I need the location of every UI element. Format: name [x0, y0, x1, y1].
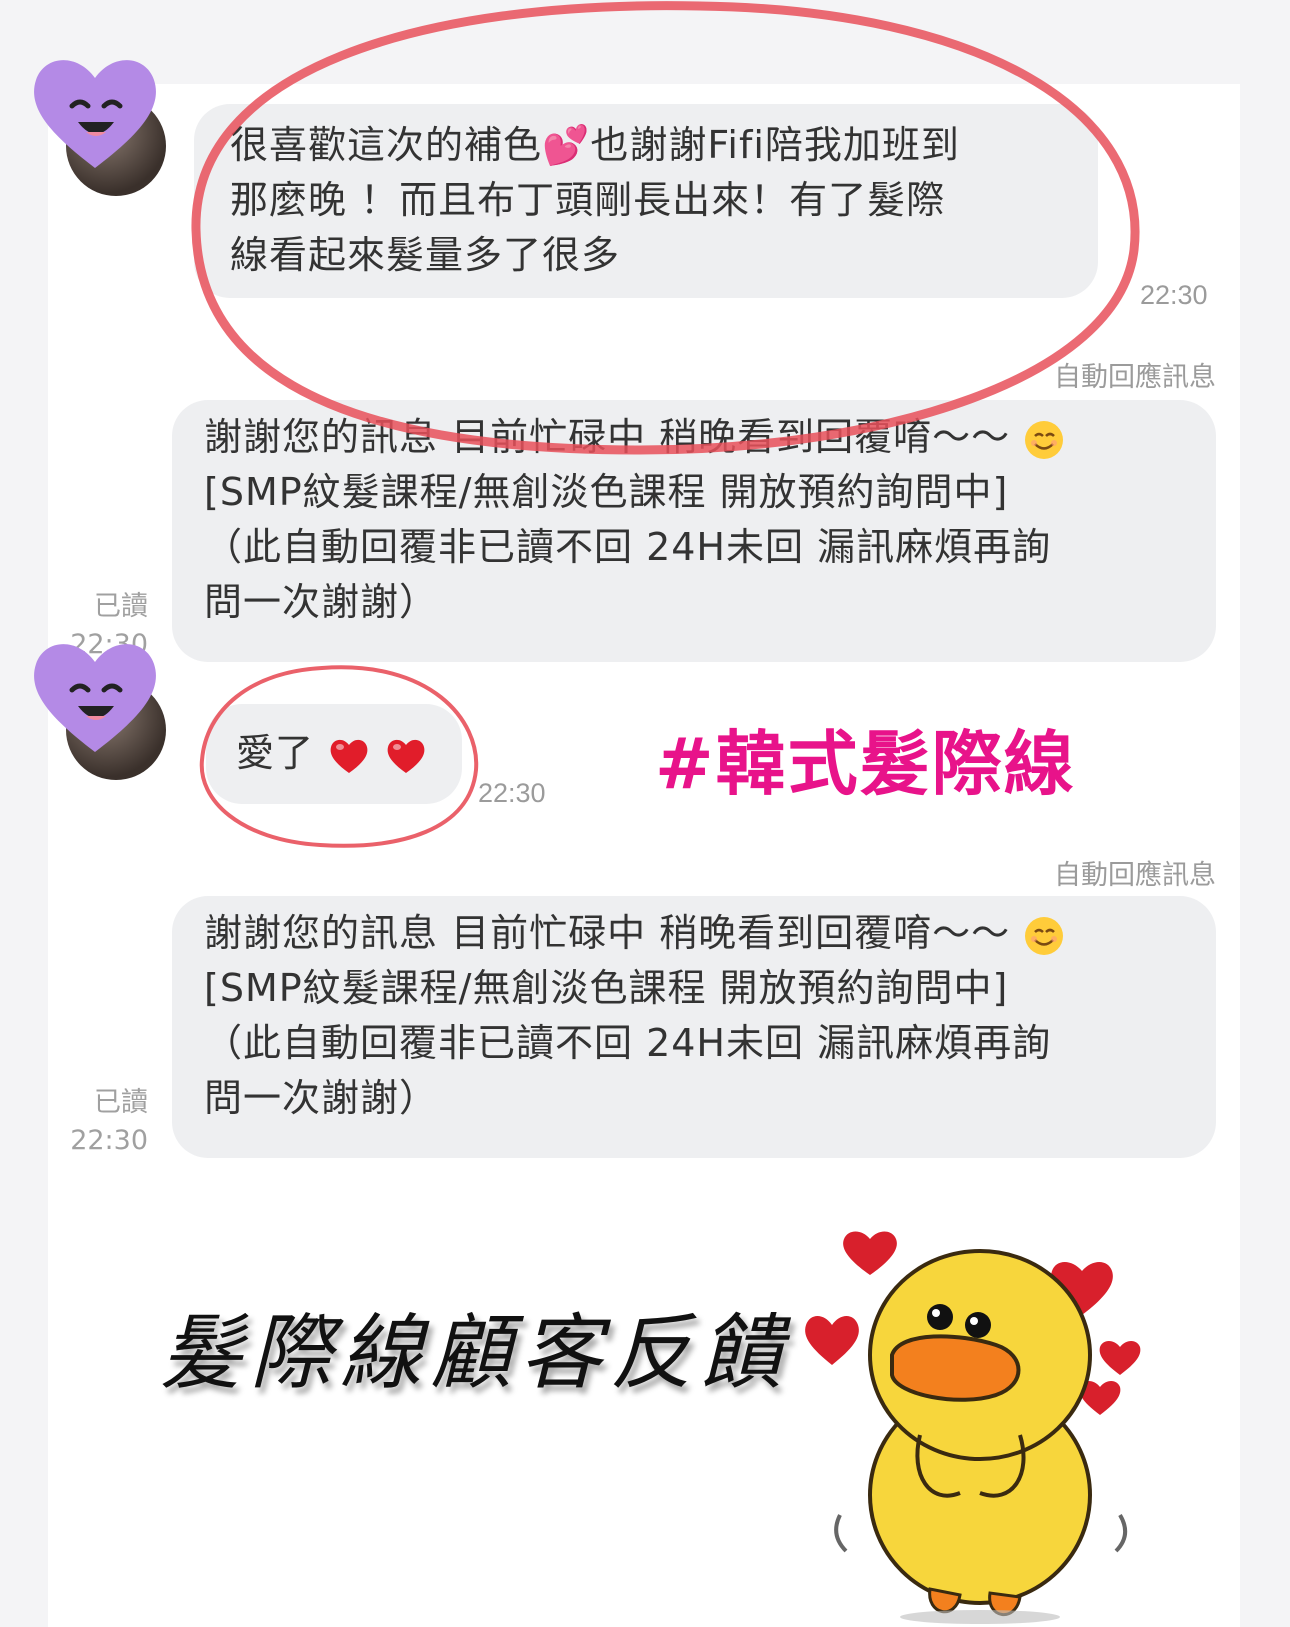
- sender-avatar[interactable]: [34, 60, 166, 196]
- read-status: 已讀: [94, 1087, 148, 1118]
- message-time: 22:30: [70, 1125, 148, 1156]
- received-message-bubble[interactable]: 愛了: [206, 704, 462, 804]
- message-line: 線看起來髮量多了很多: [230, 233, 621, 277]
- message-text: 愛了: [236, 731, 315, 775]
- message-line: 謝謝您的訊息 目前忙碌中 稍晚看到回覆唷～～: [204, 906, 1216, 961]
- message-line: [SMP紋髮課程/無創淡色課程 開放預約詢問中]: [204, 470, 1009, 514]
- sender-avatar[interactable]: [34, 644, 166, 780]
- footer-title: 髮際線顧客反饋: [160, 1306, 790, 1401]
- red-heart-icon: [330, 739, 368, 773]
- smile-emoji-icon: [1025, 916, 1064, 955]
- hashtag-caption: #韓式髮際線: [655, 723, 1076, 805]
- message-line: （此自動回覆非已讀不回 24H未回 漏訊麻煩再詢: [204, 525, 1052, 569]
- received-message-bubble[interactable]: 很喜歡這次的補色💕也謝謝Fifi陪我加班到 那麼晚 ！而且布丁頭剛長出來！有了髮…: [194, 104, 1098, 298]
- auto-reply-label: 自動回應訊息: [1054, 860, 1216, 891]
- auto-reply-bubble[interactable]: 謝謝您的訊息 目前忙碌中 稍晚看到回覆唷～～ [SMP紋髮課程/無創淡色課程 開…: [172, 896, 1216, 1158]
- message-line: （此自動回覆非已讀不回 24H未回 漏訊麻煩再詢: [204, 1021, 1052, 1065]
- smile-emoji-icon: [1025, 420, 1064, 459]
- message-line: 那麼晚 ！而且布丁頭剛長出來！有了髮際: [230, 178, 946, 222]
- auto-reply-bubble[interactable]: 謝謝您的訊息 目前忙碌中 稍晚看到回覆唷～～ [SMP紋髮課程/無創淡色課程 開…: [172, 400, 1216, 662]
- message-line: 問一次謝謝）: [204, 1076, 439, 1120]
- auto-reply-label: 自動回應訊息: [1054, 362, 1216, 393]
- message-line: 謝謝您的訊息 目前忙碌中 稍晚看到回覆唷～～: [204, 410, 1216, 465]
- message-line: 問一次謝謝）: [204, 580, 439, 624]
- message-line: 很喜歡這次的補色💕也謝謝Fifi陪我加班到: [230, 123, 960, 167]
- red-heart-icon: [387, 739, 425, 773]
- message-time: 22:30: [1140, 280, 1208, 310]
- heart-face-sticker-icon: [34, 60, 156, 168]
- read-status: 已讀: [94, 591, 148, 622]
- message-time: 22:30: [478, 778, 546, 808]
- read-receipt: 已讀 22:30: [60, 1084, 148, 1160]
- message-line: [SMP紋髮課程/無創淡色課程 開放預約詢問中]: [204, 966, 1009, 1010]
- duck-sticker-icon: [805, 1231, 1141, 1624]
- heart-face-sticker-icon: [34, 644, 156, 752]
